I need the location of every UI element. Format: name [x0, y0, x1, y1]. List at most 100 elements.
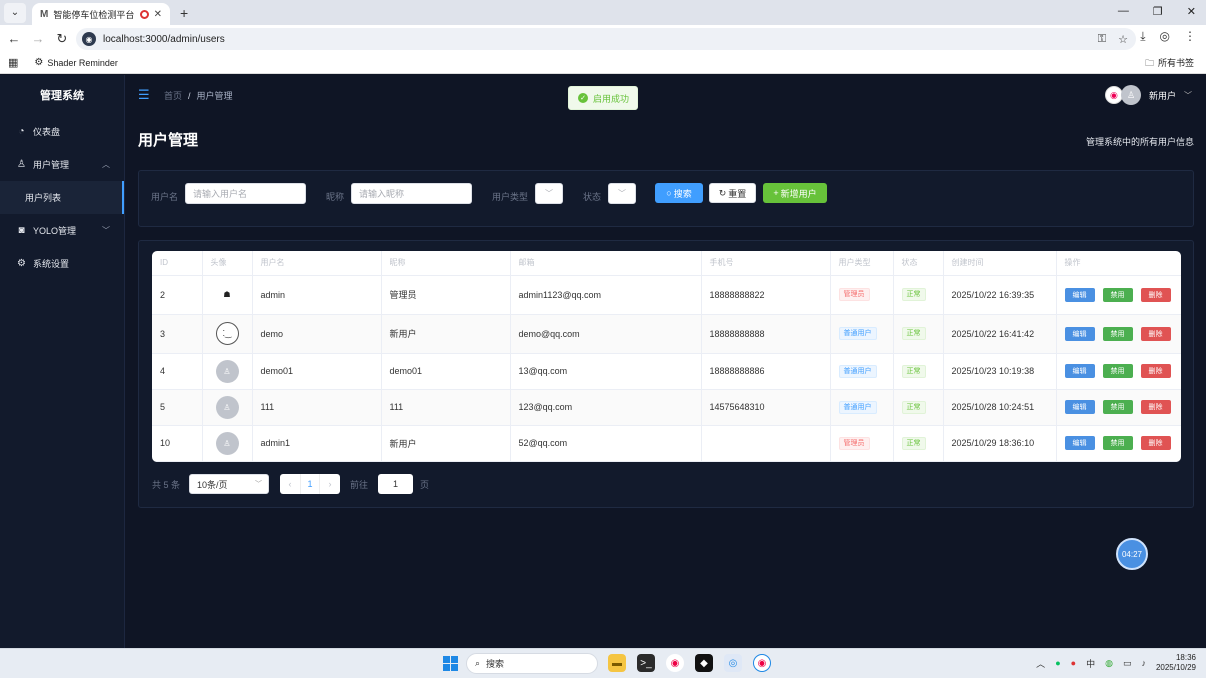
chevron-up-icon[interactable]: ︿	[1036, 657, 1045, 670]
display-icon[interactable]: ▭	[1123, 658, 1132, 669]
profile-icon[interactable]: ◎	[1160, 29, 1170, 44]
wechat-icon[interactable]: ●	[1055, 658, 1060, 668]
cursor-editor-icon[interactable]: ◆	[695, 654, 713, 672]
clock[interactable]: 18:36 2025/10/29	[1156, 653, 1196, 673]
download-icon[interactable]: ⤓	[1140, 29, 1145, 44]
new-tab-button[interactable]: +	[180, 5, 188, 21]
status-select[interactable]: ﹀	[608, 183, 636, 204]
sidebar-item-dashboard[interactable]: ◔ 仪表盘	[0, 115, 124, 148]
sidebar-item-user-management[interactable]: ♙ 用户管理 ︿	[0, 148, 124, 181]
cell-user-type: 管理员	[830, 425, 894, 462]
speaker-icon[interactable]: ♪	[1141, 658, 1146, 668]
delete-button[interactable]: 删除	[1140, 400, 1171, 414]
prev-page-button[interactable]: ‹	[280, 474, 301, 494]
plus-icon: +	[773, 188, 779, 198]
next-page-button[interactable]: ›	[320, 474, 341, 494]
edit-button[interactable]: 编辑	[1064, 326, 1095, 341]
table-header-row: ID 头像 用户名 昵称 邮箱 手机号 用户类型 状态 创建时间 操作	[152, 251, 1181, 276]
disable-button[interactable]: 禁用	[1102, 287, 1133, 302]
cell-avatar: ♙	[202, 389, 253, 426]
usertype-select[interactable]: ﹀	[535, 183, 563, 204]
sidebar-item-user-list[interactable]: 用户列表	[0, 181, 124, 214]
edit-button[interactable]: 编辑	[1064, 400, 1095, 414]
ime-indicator[interactable]: 中	[1086, 657, 1095, 670]
url-field[interactable]: ◉ localhost:3000/admin/users ⚿ ☆	[76, 28, 1136, 50]
search-button[interactable]: ○ 搜索	[655, 183, 703, 203]
cell-username: demo01	[252, 353, 382, 390]
cell-id: 5	[152, 389, 203, 426]
chevron-down-icon: ﹀	[545, 189, 553, 198]
delete-button[interactable]: 删除	[1140, 364, 1171, 378]
address-bar-row: ← → ↻ ◉ localhost:3000/admin/users ⚿ ☆ ⤓…	[0, 25, 1206, 52]
user-table-panel: ID 头像 用户名 昵称 邮箱 手机号 用户类型 状态 创建时间 操作 2 ☗ ad	[138, 240, 1194, 508]
bookmarks-bar: ▦ ⚙ Shader Reminder 🗀 所有书签	[0, 52, 1206, 74]
disable-button[interactable]: 禁用	[1102, 436, 1133, 450]
edit-button[interactable]: 编辑	[1064, 287, 1095, 302]
network-app-icon[interactable]: ◍	[1105, 658, 1113, 669]
disable-button[interactable]: 禁用	[1102, 400, 1133, 414]
cell-user-type: 普通用户	[830, 353, 894, 390]
reset-button[interactable]: ↻ 重置	[709, 183, 756, 203]
apps-grid-icon[interactable]: ▦	[8, 56, 18, 69]
maximize-icon[interactable]: ❐	[1153, 5, 1163, 18]
bookmark-star-icon[interactable]: ☆	[1118, 33, 1128, 46]
delete-button[interactable]: 删除	[1140, 436, 1171, 450]
edit-button[interactable]: 编辑	[1064, 436, 1095, 450]
sidebar-item-yolo[interactable]: ◙ YOLO管理 ﹀	[0, 214, 124, 247]
record-icon[interactable]: ●	[1071, 658, 1076, 668]
menu-toggle-icon[interactable]: ☰	[138, 87, 150, 103]
close-window-icon[interactable]: ✕	[1187, 5, 1196, 18]
page-size-value: 10条/页	[197, 479, 228, 490]
page-title: 用户管理	[138, 132, 199, 149]
more-menu-icon[interactable]: ⋮	[1184, 29, 1196, 44]
delete-button[interactable]: 删除	[1140, 326, 1171, 341]
reload-icon[interactable]: ↻	[50, 31, 74, 47]
all-bookmarks[interactable]: 🗀 所有书签	[1145, 56, 1194, 72]
goto-label: 前往	[350, 479, 369, 490]
nickname-label: 昵称	[326, 192, 345, 202]
page-number-button[interactable]: 1	[300, 474, 321, 494]
user-type-tag: 普通用户	[838, 364, 877, 378]
page-size-select[interactable]: 10条/页 ﹀	[189, 474, 270, 494]
bookmark-shader-reminder[interactable]: ⚙ Shader Reminder	[34, 57, 118, 68]
key-icon[interactable]: ⚿	[1098, 33, 1106, 46]
add-user-button[interactable]: + 新增用户	[763, 183, 827, 203]
minimize-icon[interactable]: —	[1118, 5, 1129, 18]
delete-button[interactable]: 删除	[1140, 287, 1171, 302]
header: ☰ 首页 / 用户管理 ✓ 启用成功 ◉ ♙ 新用户 ﹀	[126, 75, 1206, 115]
close-tab-icon[interactable]: ✕	[154, 9, 162, 20]
username-input[interactable]: 请输入用户名	[185, 183, 306, 204]
tab-search-button[interactable]: ⌄	[4, 2, 26, 23]
disable-button[interactable]: 禁用	[1102, 364, 1133, 378]
browser-tab[interactable]: M 智能停车位检测平台 ✕	[32, 3, 170, 25]
windows-start-icon[interactable]	[443, 656, 458, 671]
forward-icon[interactable]: →	[26, 31, 50, 46]
back-icon[interactable]: ←	[2, 31, 26, 46]
chrome-icon[interactable]: ◉	[666, 654, 684, 672]
filter-panel: 用户名 请输入用户名 昵称 请输入昵称 用户类型 ﹀ 状态 ﹀ ○ 搜索 ↻ 重置 …	[138, 170, 1194, 227]
edit-button[interactable]: 编辑	[1064, 364, 1095, 378]
user-type-tag: 管理员	[838, 436, 870, 450]
column-header: 操作	[1056, 251, 1181, 276]
user-type-tag: 普通用户	[838, 327, 877, 340]
file-explorer-icon[interactable]: ▬	[608, 654, 626, 672]
disable-button[interactable]: 禁用	[1102, 326, 1133, 341]
taskbar-search-label: 搜索	[486, 659, 505, 669]
chrome-active-icon[interactable]: ◉	[753, 654, 771, 672]
nickname-input[interactable]: 请输入昵称	[351, 183, 472, 204]
breadcrumb-home[interactable]: 首页	[164, 91, 182, 101]
cell-nickname: 111	[381, 389, 511, 426]
taskbar-search[interactable]: ⌕ 搜索	[466, 653, 598, 674]
cell-phone: 18888888822	[701, 275, 831, 315]
pagination: 共 5 条 10条/页 ﹀ ‹ 1 › 前往 1 页	[152, 474, 429, 494]
timer-badge[interactable]: 04:27	[1116, 538, 1148, 570]
breadcrumb-current: 用户管理	[196, 91, 233, 101]
site-info-icon[interactable]: ◉	[82, 32, 96, 46]
remote-app-icon[interactable]: ◎	[724, 654, 742, 672]
cell-id: 3	[152, 314, 203, 354]
user-menu[interactable]: ◉ ♙ 新用户 ﹀	[1104, 85, 1192, 105]
terminal-icon[interactable]: >_	[637, 654, 655, 672]
goto-page-input[interactable]: 1	[378, 474, 414, 494]
sidebar-item-settings[interactable]: ⚙ 系统设置	[0, 247, 124, 280]
cell-status: 正常	[893, 275, 944, 315]
